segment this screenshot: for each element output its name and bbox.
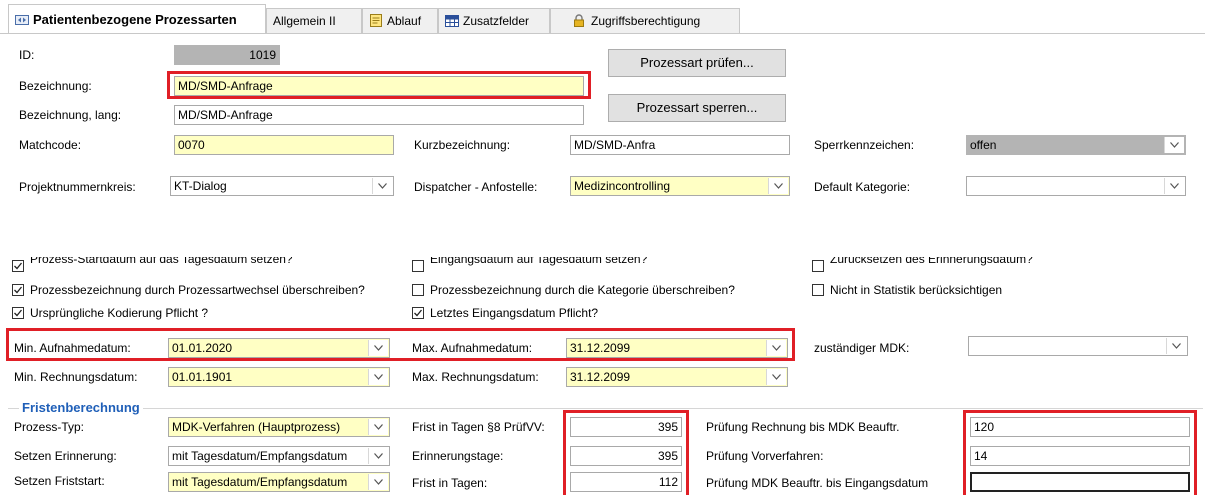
default-kategorie-select[interactable] [966,176,1186,196]
sperrkennzeichen-select[interactable]: offen [966,135,1186,155]
grid-icon [445,11,459,27]
tab-label: Zusatzfelder [463,14,530,28]
bezeichnung-lang-label: Bezeichnung, lang: [19,108,122,122]
dropdown-button[interactable] [1164,178,1184,194]
dispatcher-label: Dispatcher - Anfostelle: [414,180,538,194]
checkmark-icon [414,309,423,317]
dropdown-button[interactable] [372,178,392,194]
chevron-down-icon [1170,183,1179,189]
dropdown-button[interactable] [368,419,388,435]
dropdown-button[interactable] [368,369,388,385]
setzen-friststart-select[interactable]: mit Tagesdatum/Empfangsdatum [168,472,390,492]
tab-allgemein-ii[interactable]: Allgemein II [266,8,362,33]
tab-label: Zugriffsberechtigung [591,14,701,28]
prozessart-sperren-button[interactable]: Prozessart sperren... [608,94,786,122]
prozessart-pruefen-button[interactable]: Prozessart prüfen... [608,49,786,77]
tab-divider [0,33,1205,34]
zustaendiger-mdk-label: zuständiger MDK: [814,341,910,355]
checkmark-icon [14,309,23,317]
projekt-value: KT-Dialog [174,179,227,193]
section-divider [8,408,1203,409]
projekt-select[interactable]: KT-Dialog [170,176,394,196]
tab-zugriffsberechtigung[interactable]: Zugriffsberechtigung [550,8,740,33]
chevron-down-icon [774,183,783,189]
fristenberechnung-title: Fristenberechnung [19,400,143,415]
checkbox-prozessbezeichnung-kategorie[interactable]: Prozessbezeichnung durch die Kategorie ü… [412,283,792,299]
min-rechnungsdatum-label: Min. Rechnungsdatum: [14,370,138,384]
frist-tagen-8-label: Frist in Tagen §8 PrüfVV: [412,420,545,434]
setzen-friststart-label: Setzen Friststart: [14,474,105,488]
id-label: ID: [19,48,35,62]
frist-tagen-label: Frist in Tagen: [412,476,488,490]
highlight-pruefung [963,410,1197,495]
lock-icon [573,11,587,27]
zustaendiger-mdk-select[interactable] [968,336,1188,356]
id-field: 1019 [174,45,280,65]
matchcode-input[interactable]: 0070 [174,135,394,155]
chevron-down-icon [772,374,781,380]
dispatcher-value: Medizincontrolling [574,179,671,193]
sperrkennzeichen-value: offen [970,138,997,152]
checkbox-prozessbezeichnung-prozessart[interactable]: Prozessbezeichnung durch Prozessartwechs… [12,283,402,299]
tab-patientenbezogene-prozessarten[interactable]: Patientenbezogene Prozessarten [8,4,266,34]
prozess-typ-label: Prozess-Typ: [14,420,85,434]
prozess-typ-select[interactable]: MDK-Verfahren (Hauptprozess) [168,417,390,437]
tab-ablauf[interactable]: Ablauf [362,8,438,33]
chevron-down-icon [378,183,387,189]
dropdown-button[interactable] [766,369,786,385]
matchcode-label: Matchcode: [19,138,82,152]
projekt-label: Projektnummernkreis: [19,180,136,194]
pruefung-vorverfahren-label: Prüfung Vorverfahren: [706,449,824,463]
checkbox-startdatum[interactable]: Prozess-Startdatum auf das Tagesdatum se… [12,257,402,272]
dispatcher-select[interactable]: Medizincontrolling [570,176,790,196]
pruefung-mdk-label: Prüfung MDK Beauftr. bis Eingangsdatum [706,476,929,490]
checkbox-nicht-statistik[interactable]: Nicht in Statistik berücksichtigen [812,283,1182,299]
max-rechnungsdatum-label: Max. Rechnungsdatum: [412,370,539,384]
dropdown-button[interactable] [768,178,788,194]
dropdown-button[interactable] [1166,338,1186,354]
checkmark-icon [14,262,23,270]
notepad-icon [369,11,383,27]
tab-label: Patientenbezogene Prozessarten [33,12,237,27]
kurzbezeichnung-label: Kurzbezeichnung: [414,138,511,152]
tab-zusatzfelder[interactable]: Zusatzfelder [438,8,550,33]
chevron-down-icon [374,479,383,485]
max-rechnungsdatum-select[interactable]: 31.12.2099 [566,367,788,387]
highlight-aufnahmedatum [6,328,795,361]
bezeichnung-lang-input[interactable]: MD/SMD-Anfrage [174,105,584,125]
dropdown-button[interactable] [368,474,388,490]
tab-bar: Patientenbezogene Prozessarten Allgemein… [0,0,1205,34]
process-type-icon [15,7,29,25]
dropdown-button[interactable] [368,448,388,464]
highlight-fristen [563,410,689,495]
checkbox-kodierung-pflicht[interactable]: Ursprüngliche Kodierung Pflicht ? [12,306,402,322]
erinnerungstage-label: Erinnerungstage: [412,449,504,463]
chevron-down-icon [374,374,383,380]
sperrkennzeichen-label: Sperrkennzeichen: [814,138,915,152]
setzen-erinnerung-select[interactable]: mit Tagesdatum/Empfangsdatum [168,446,390,466]
highlight-bezeichnung [167,71,591,99]
default-kategorie-label: Default Kategorie: [814,180,911,194]
tab-label: Ablauf [387,14,422,28]
chevron-down-icon [374,424,383,430]
chevron-down-icon [1172,343,1181,349]
dropdown-button[interactable] [1164,137,1184,153]
bezeichnung-label: Bezeichnung: [19,79,92,93]
kurzbezeichnung-input[interactable]: MD/SMD-Anfra [570,135,790,155]
setzen-erinnerung-label: Setzen Erinnerung: [14,449,117,463]
chevron-down-icon [374,453,383,459]
checkbox-erinnerungsdatum[interactable]: Zurücksetzen des Erinnerungsdatum? [812,257,1182,272]
checkbox-eingangsdatum[interactable]: Eingangsdatum auf Tagesdatum setzen? [412,257,792,272]
min-rechnungsdatum-select[interactable]: 01.01.1901 [168,367,390,387]
pruefung-rechnung-label: Prüfung Rechnung bis MDK Beauftr. [706,420,900,434]
checkbox-eingangsdatum-pflicht[interactable]: Letztes Eingangsdatum Pflicht? [412,306,792,322]
tab-label: Allgemein II [273,14,336,28]
chevron-down-icon [1170,142,1179,148]
checkmark-icon [14,286,23,294]
